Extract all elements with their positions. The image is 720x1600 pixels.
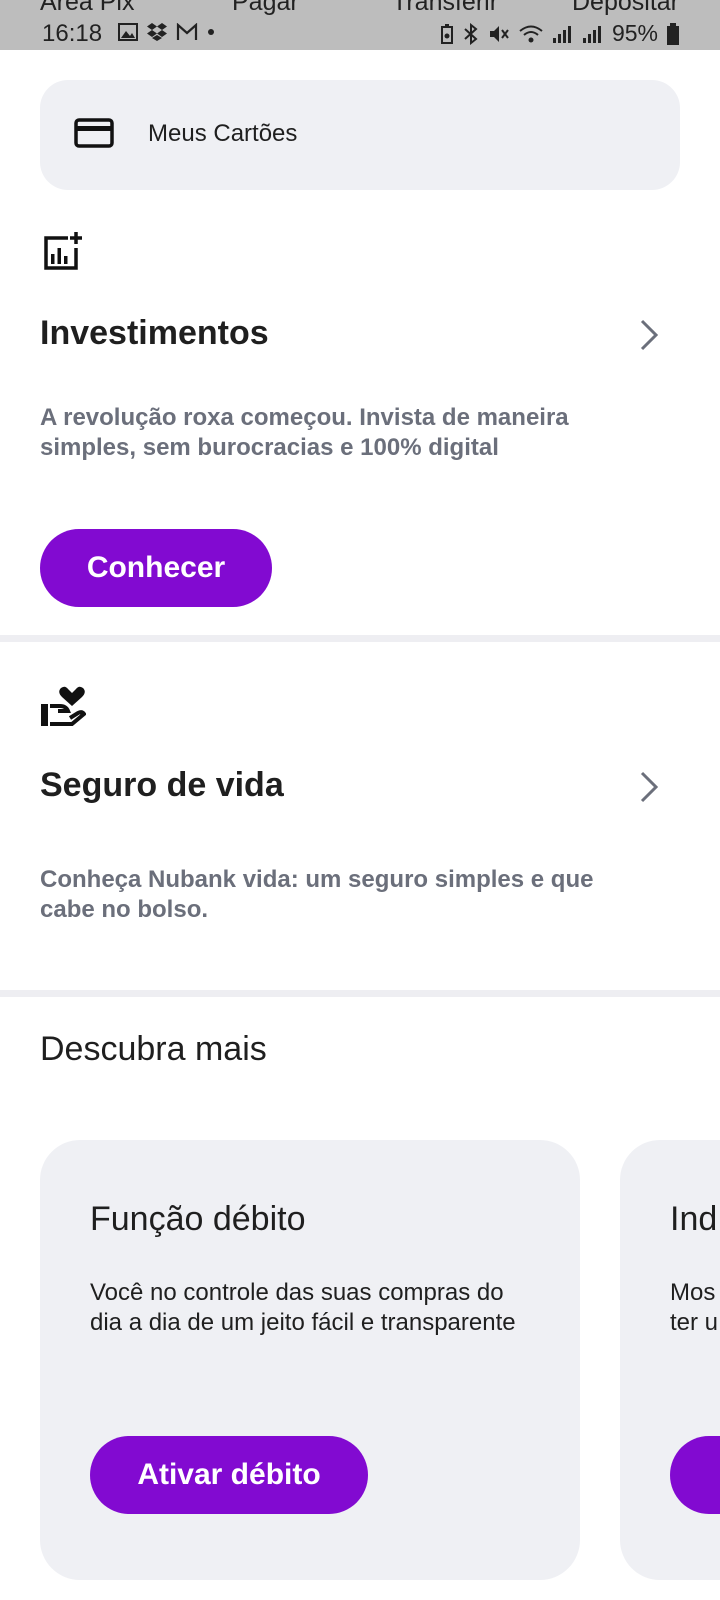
system-icons: 95%	[440, 20, 680, 47]
conhecer-button[interactable]: Conhecer	[40, 529, 272, 607]
shortcut-area-pix[interactable]: Área Pix	[40, 0, 134, 17]
gallery-icon	[118, 23, 138, 41]
investments-description: A revolução roxa começou. Invista de man…	[40, 404, 569, 461]
investments-title: Investimentos	[40, 314, 269, 352]
promo-card-button[interactable]	[670, 1436, 720, 1514]
status-bar: Área Pix Pagar Transferir Depositar 16:1…	[0, 0, 720, 50]
shortcut-labels: Área Pix Pagar Transferir Depositar	[0, 0, 720, 18]
activate-debit-button[interactable]: Ativar débito	[90, 1436, 368, 1514]
promo-card-debit[interactable]: Função débito Você no controle das suas …	[40, 1140, 580, 1580]
shortcut-transferir[interactable]: Transferir	[392, 0, 498, 17]
life-insurance-description: Conheça Nubank vida: um seguro simples e…	[40, 866, 594, 923]
promo-card-title: Ind	[670, 1200, 718, 1238]
promo-card-description: Mos ter u	[670, 1279, 719, 1336]
gmail-icon	[176, 23, 198, 40]
signal-icon-2	[582, 25, 601, 43]
heart-in-hand-icon	[41, 686, 86, 726]
credit-card-icon	[74, 118, 114, 148]
notification-icons	[118, 22, 216, 42]
promo-card-description: Você no controle das suas compras do dia…	[90, 1279, 516, 1336]
battery-saver-icon	[440, 23, 453, 44]
mute-icon	[489, 25, 509, 42]
status-time: 16:18	[42, 20, 103, 47]
section-divider	[0, 635, 720, 642]
shortcut-depositar[interactable]: Depositar	[572, 0, 679, 17]
signal-icon	[552, 25, 571, 43]
life-insurance-title: Seguro de vida	[40, 766, 284, 804]
shortcut-pagar[interactable]: Pagar	[232, 0, 299, 17]
battery-percent: 95%	[611, 20, 658, 46]
section-divider	[0, 990, 720, 997]
my-cards-button[interactable]: Meus Cartões	[40, 80, 680, 190]
dropbox-icon	[147, 23, 167, 41]
dot-icon	[208, 29, 214, 35]
discover-more-title: Descubra mais	[40, 1030, 267, 1068]
promo-card-next[interactable]: Ind Mos ter u	[620, 1140, 720, 1580]
chevron-right-icon	[640, 319, 659, 351]
battery-icon	[667, 22, 679, 45]
bluetooth-icon	[464, 22, 478, 45]
promo-card-title: Função débito	[90, 1200, 306, 1238]
chevron-right-icon	[640, 771, 659, 803]
wifi-icon	[519, 25, 543, 42]
my-cards-label: Meus Cartões	[148, 120, 298, 147]
investment-chart-icon	[44, 232, 82, 270]
